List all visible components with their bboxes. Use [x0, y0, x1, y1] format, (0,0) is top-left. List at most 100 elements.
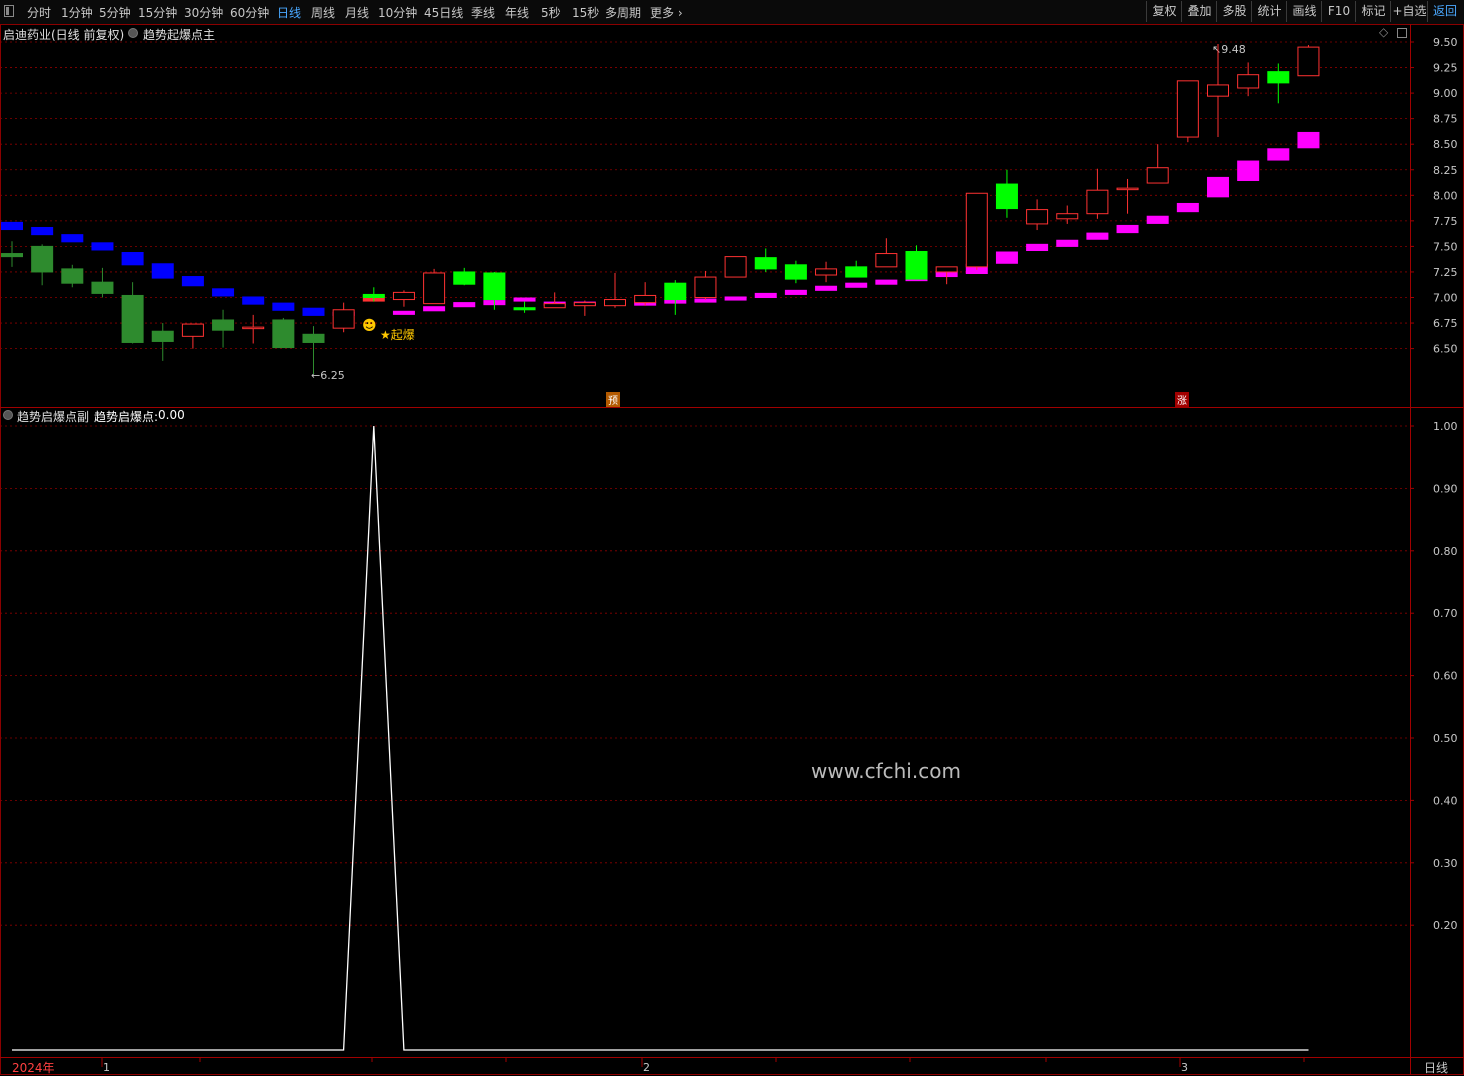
- candle-body-up: [1146, 167, 1169, 184]
- candle-body-down: [1267, 71, 1290, 84]
- period-tab-1[interactable]: 1分钟: [61, 4, 93, 21]
- trend-band-segment: [784, 289, 807, 295]
- candle-body-down: [31, 245, 54, 273]
- period-tab-12[interactable]: 年线: [505, 4, 529, 21]
- toolbar-button-2[interactable]: 多股: [1216, 1, 1252, 22]
- price-axis-label: 7.75: [1433, 215, 1458, 228]
- candle-body-up: [1116, 187, 1139, 191]
- candle-body-down: [754, 257, 777, 270]
- sub-axis-label: 1.00: [1433, 420, 1458, 433]
- period-tab-5[interactable]: 60分钟: [230, 4, 269, 21]
- toolbar-button-4[interactable]: 画线: [1286, 1, 1322, 22]
- candle-body-up: [935, 266, 958, 273]
- toolbar-button-3[interactable]: 统计: [1251, 1, 1287, 22]
- candle-body-down: [995, 183, 1018, 210]
- candle-body-up: [1237, 74, 1260, 89]
- sub-axis-label: 0.50: [1433, 732, 1458, 745]
- sub-axis-label: 0.60: [1433, 670, 1458, 683]
- trend-band-segment: [453, 302, 476, 308]
- sidebar-toggle-icon[interactable]: [4, 5, 14, 17]
- candle-body-up: [1056, 213, 1079, 220]
- toolbar-button-6[interactable]: 标记: [1355, 1, 1391, 22]
- month-label: 2: [643, 1061, 650, 1074]
- month-label: 3: [1181, 1061, 1188, 1074]
- period-tab-6[interactable]: 日线: [277, 4, 301, 21]
- period-tab-14[interactable]: 15秒: [572, 4, 599, 21]
- sub-axis-label: 0.20: [1433, 919, 1458, 932]
- period-tab-8[interactable]: 月线: [345, 4, 369, 21]
- period-tab-13[interactable]: 5秒: [541, 4, 561, 21]
- candle-body-up: [604, 299, 626, 307]
- trend-band-segment: [151, 263, 174, 279]
- trend-band-segment: [1146, 215, 1169, 224]
- trend-band-segment: [121, 252, 144, 266]
- price-axis-label: 7.50: [1433, 240, 1458, 253]
- price-axis-label: 6.75: [1433, 317, 1458, 330]
- trend-band-segment: [91, 242, 114, 251]
- toolbar-button-1[interactable]: 叠加: [1181, 1, 1217, 22]
- candle-body-up: [1207, 84, 1229, 97]
- candle-body-down: [91, 281, 114, 294]
- period-tab-9[interactable]: 10分钟: [378, 4, 417, 21]
- toolbar-button-5[interactable]: F10: [1321, 1, 1356, 22]
- trend-band-segment: [1207, 176, 1229, 198]
- period-toolbar: 分时 1分钟 5分钟 15分钟 30分钟 60分钟 日线 周线 月线 10分钟 45日线 季线 年线 5秒…: [0, 0, 1464, 25]
- toolbar-button-8[interactable]: 返回: [1427, 1, 1462, 22]
- trend-band-segment: [1176, 202, 1199, 213]
- trend-band-segment: [1297, 131, 1320, 149]
- period-tab-0[interactable]: 分时: [27, 4, 51, 21]
- period-tab-2[interactable]: 5分钟: [99, 4, 131, 21]
- candle-body-up: [181, 323, 204, 337]
- chart-canvas[interactable]: 9.50 9.25 9.00 8.75 8.50 8.25 8.00 7.75 7.50 7.25…: [0, 24, 1464, 1075]
- chart-border: [0, 24, 1464, 1075]
- trend-band-segment: [724, 296, 747, 301]
- trend-band-segment: [1056, 239, 1079, 247]
- candle-body-up: [875, 253, 898, 268]
- trend-band-segment: [1, 221, 23, 231]
- candle-body-up: [392, 291, 415, 301]
- toolbar-button-0[interactable]: 复权: [1146, 1, 1182, 22]
- trend-band-segment: [845, 282, 868, 288]
- candle-body-down: [121, 294, 144, 343]
- period-tab-11[interactable]: 季线: [471, 4, 495, 21]
- candle-body-up: [1176, 80, 1199, 138]
- price-axis-label: 8.75: [1433, 113, 1458, 126]
- trend-band-segment: [1086, 232, 1109, 240]
- candle-body-down: [302, 333, 325, 343]
- candle-body-up: [543, 303, 566, 309]
- period-tab-10[interactable]: 45日线: [424, 4, 463, 21]
- candle-body-down: [905, 251, 928, 280]
- sub-axis-label: 0.90: [1433, 482, 1458, 495]
- period-tab-16[interactable]: 更多 ›: [650, 4, 683, 21]
- price-axis-label: 9.00: [1433, 87, 1458, 100]
- candle-body-down: [151, 330, 174, 342]
- candle-body-up: [815, 268, 838, 276]
- trend-band-segment: [61, 234, 84, 243]
- trend-band-segment: [242, 296, 265, 305]
- trend-band-segment: [181, 276, 204, 287]
- price-axis-label: 9.25: [1433, 62, 1458, 75]
- period-tab-3[interactable]: 15分钟: [138, 4, 177, 21]
- price-axis-label: 8.00: [1433, 189, 1458, 202]
- price-axis-label: 7.00: [1433, 292, 1458, 305]
- period-tab-4[interactable]: 30分钟: [184, 4, 223, 21]
- toolbar-button-7[interactable]: +自选: [1390, 1, 1428, 22]
- trend-band-segment: [754, 292, 777, 299]
- candle-body-down: [362, 293, 385, 298]
- candle-body-down: [845, 266, 868, 278]
- candle-body-up: [1297, 46, 1320, 77]
- candle-body-up: [694, 276, 717, 298]
- trend-band-segment: [995, 251, 1018, 264]
- trend-band-segment: [875, 279, 898, 285]
- trend-band-segment: [302, 307, 325, 316]
- trend-band-segment: [1026, 243, 1049, 251]
- period-tab-7[interactable]: 周线: [311, 4, 335, 21]
- sub-axis-label: 0.40: [1433, 794, 1458, 807]
- trend-band-segment: [815, 285, 838, 291]
- candle-body-up: [423, 272, 446, 305]
- candle-body-down: [212, 319, 235, 331]
- candle-body-down: [784, 264, 807, 280]
- candle-body-down: [513, 307, 536, 311]
- price-axis-label: 9.50: [1433, 36, 1458, 49]
- period-tab-15[interactable]: 多周期: [605, 4, 641, 21]
